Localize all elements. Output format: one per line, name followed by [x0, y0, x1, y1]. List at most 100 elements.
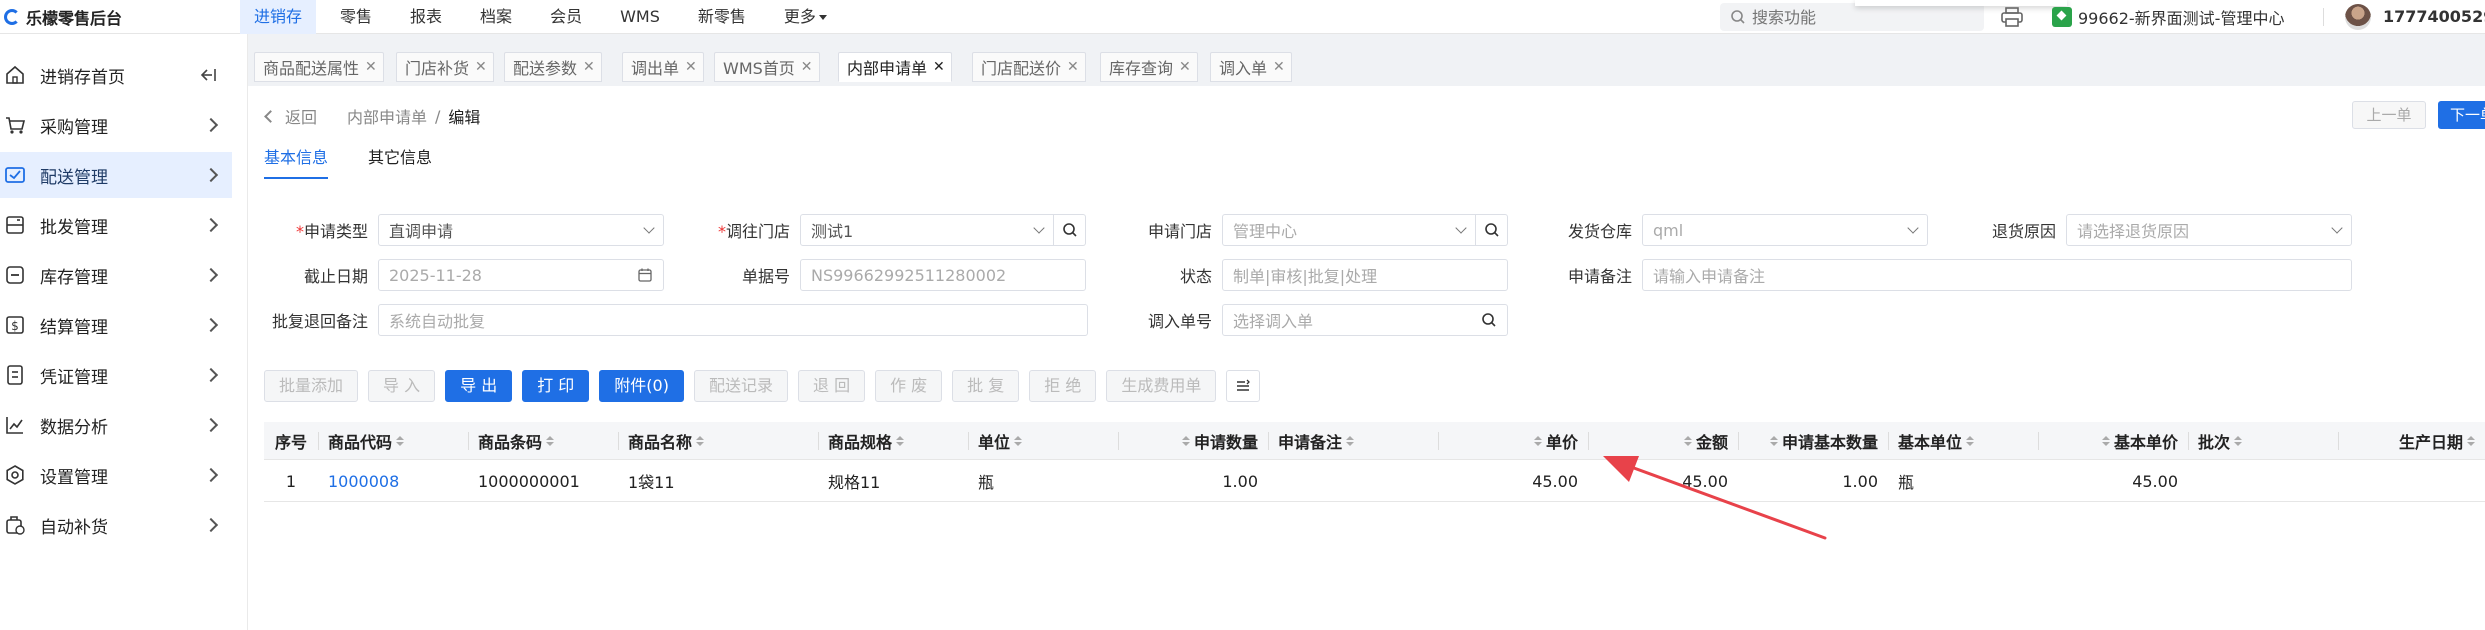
close-icon[interactable]: ✕ — [801, 59, 813, 75]
distribution-record-button[interactable]: 配送记录 — [693, 370, 788, 402]
reject-button[interactable]: 拒 绝 — [1029, 370, 1097, 402]
close-icon[interactable]: ✕ — [685, 59, 697, 75]
column-header[interactable]: 单价 — [1438, 422, 1588, 460]
tab-transfer-out[interactable]: 调出单 ✕ — [622, 52, 704, 82]
column-settings-button[interactable] — [1226, 370, 1261, 402]
print-icon[interactable] — [2000, 6, 2024, 28]
export-button[interactable]: 导 出 — [445, 370, 513, 402]
close-icon[interactable]: ✕ — [1273, 59, 1285, 75]
sidebar-item-distribution[interactable]: 配送管理 — [0, 152, 232, 198]
cell-apply-qty[interactable]: 1.00 — [1118, 460, 1268, 502]
table-row[interactable]: 1 1000008 1000000001 1袋11 规格11 瓶 1.00 45… — [264, 460, 2485, 502]
sort-icon[interactable] — [1769, 436, 1778, 446]
cell-apply-note[interactable] — [1268, 460, 1438, 502]
chevron-left-icon[interactable] — [264, 109, 277, 123]
sort-icon[interactable] — [1683, 436, 1692, 446]
sidebar-item-settlement[interactable]: $ 结算管理 — [0, 302, 232, 348]
apply-store-select[interactable]: 管理中心 — [1222, 214, 1476, 246]
sort-icon[interactable] — [546, 436, 555, 446]
logo[interactable]: 乐檬零售后台 — [0, 0, 240, 34]
doc-number-input[interactable]: NS99662992511280002 — [800, 259, 1086, 291]
sort-icon[interactable] — [2101, 436, 2110, 446]
column-header[interactable]: 申请数量 — [1118, 422, 1268, 460]
to-store-select[interactable]: 测试1 — [800, 214, 1054, 246]
sidebar-item-voucher[interactable]: 凭证管理 — [0, 352, 232, 398]
sidebar-item-analytics[interactable]: 数据分析 — [0, 402, 232, 448]
close-icon[interactable]: ✕ — [365, 59, 377, 75]
close-icon[interactable]: ✕ — [933, 59, 945, 75]
sort-icon[interactable] — [2467, 436, 2475, 446]
batch-add-button[interactable]: 批量添加 — [264, 370, 359, 402]
column-header[interactable]: 基本单价 — [2038, 422, 2188, 460]
sort-icon[interactable] — [696, 436, 705, 446]
topnav-item-reports[interactable]: 报表 — [396, 0, 456, 34]
sidebar-item-purchase[interactable]: 采购管理 — [0, 102, 232, 148]
sort-icon[interactable] — [896, 436, 905, 446]
close-icon[interactable]: ✕ — [1067, 59, 1079, 75]
generate-expense-button[interactable]: 生成费用单 — [1106, 370, 1217, 402]
status-input[interactable]: 制单|审核|批复|处理 — [1222, 259, 1508, 291]
apply-type-select[interactable]: 直调申请 — [378, 214, 664, 246]
close-icon[interactable]: ✕ — [583, 59, 595, 75]
import-button[interactable]: 导 入 — [368, 370, 436, 402]
topnav-item-member[interactable]: 会员 — [536, 0, 596, 34]
tab-other-info[interactable]: 其它信息 — [368, 147, 432, 179]
column-header[interactable]: 商品规格 — [818, 422, 968, 460]
ship-warehouse-select[interactable]: qml — [1642, 214, 1928, 246]
function-search-input[interactable] — [1752, 7, 1962, 27]
close-icon[interactable]: ✕ — [475, 59, 487, 75]
store-selector[interactable]: 99662-新界面测试-管理中心 — [2052, 0, 2284, 34]
sidebar-item-inventory[interactable]: 库存管理 — [0, 252, 232, 298]
cell-product-code[interactable]: 1000008 — [318, 460, 468, 502]
tab-product-distribution[interactable]: 商品配送属性 ✕ — [254, 52, 384, 82]
sort-icon[interactable] — [2234, 436, 2243, 446]
topnav-item-wms[interactable]: WMS — [606, 0, 674, 34]
apply-store-search-button[interactable] — [1476, 214, 1508, 246]
tab-inventory-query[interactable]: 库存查询 ✕ — [1100, 52, 1198, 82]
deadline-datepicker[interactable]: 2025-11-28 — [378, 259, 664, 291]
user-account[interactable]: 17774005297 — [2383, 0, 2485, 34]
tab-internal-request[interactable]: 内部申请单 ✕ — [838, 52, 952, 82]
sort-icon[interactable] — [1014, 436, 1023, 446]
close-icon[interactable]: ✕ — [1179, 59, 1191, 75]
attachment-button[interactable]: 附件(0) — [599, 370, 684, 402]
tab-transfer-in[interactable]: 调入单 ✕ — [1210, 52, 1292, 82]
sidebar-item-auto-replenish[interactable]: 自动补货 — [0, 502, 232, 548]
sort-icon[interactable] — [1533, 436, 1542, 446]
sidebar-item-settings[interactable]: 设置管理 — [0, 452, 232, 498]
topnav-item-more[interactable]: 更多 — [770, 0, 841, 34]
topnav-item-retail[interactable]: 零售 — [326, 0, 386, 34]
sidebar-item-home[interactable]: 进销存首页 — [0, 52, 232, 98]
sort-icon[interactable] — [1966, 436, 1975, 446]
print-button[interactable]: 打 印 — [522, 370, 590, 402]
column-header[interactable]: 商品名称 — [618, 422, 818, 460]
column-header[interactable]: 批次 — [2188, 422, 2338, 460]
tab-basic-info[interactable]: 基本信息 — [264, 147, 329, 179]
topnav-item-archive[interactable]: 档案 — [466, 0, 526, 34]
void-button[interactable]: 作 废 — [875, 370, 943, 402]
in-doc-input[interactable]: 选择调入单 — [1222, 304, 1508, 336]
sort-icon[interactable] — [1346, 436, 1355, 446]
return-button[interactable]: 退 回 — [797, 370, 866, 402]
breadcrumb-parent[interactable]: 内部申请单 — [347, 104, 427, 128]
function-search[interactable] — [1720, 3, 1984, 31]
reply-note-input[interactable]: 系统自动批复 — [378, 304, 1088, 336]
topnav-item-new-retail[interactable]: 新零售 — [684, 0, 760, 34]
tab-store-distribution-price[interactable]: 门店配送价 ✕ — [972, 52, 1086, 82]
return-reason-select[interactable]: 请选择退货原因 — [2066, 214, 2352, 246]
column-header[interactable]: 申请备注 — [1268, 422, 1438, 460]
column-header[interactable]: 单位 — [968, 422, 1118, 460]
back-link[interactable]: 返回 — [285, 104, 317, 128]
sidebar-item-wholesale[interactable]: 批发管理 — [0, 202, 232, 248]
sort-icon[interactable] — [396, 436, 405, 446]
column-header[interactable]: 商品代码 — [318, 422, 468, 460]
column-header[interactable]: 生产日期 — [2338, 422, 2485, 460]
to-store-search-button[interactable] — [1054, 214, 1086, 246]
tab-wms-home[interactable]: WMS首页 ✕ — [714, 52, 820, 82]
next-record-button[interactable]: 下一单 — [2438, 101, 2485, 129]
sort-icon[interactable] — [1181, 436, 1190, 446]
apply-note-input[interactable]: 请输入申请备注 — [1642, 259, 2352, 291]
column-header[interactable]: 基本单位 — [1888, 422, 2038, 460]
topnav-item-inventory[interactable]: 进销存 — [240, 0, 317, 34]
column-header[interactable]: 商品条码 — [468, 422, 618, 460]
